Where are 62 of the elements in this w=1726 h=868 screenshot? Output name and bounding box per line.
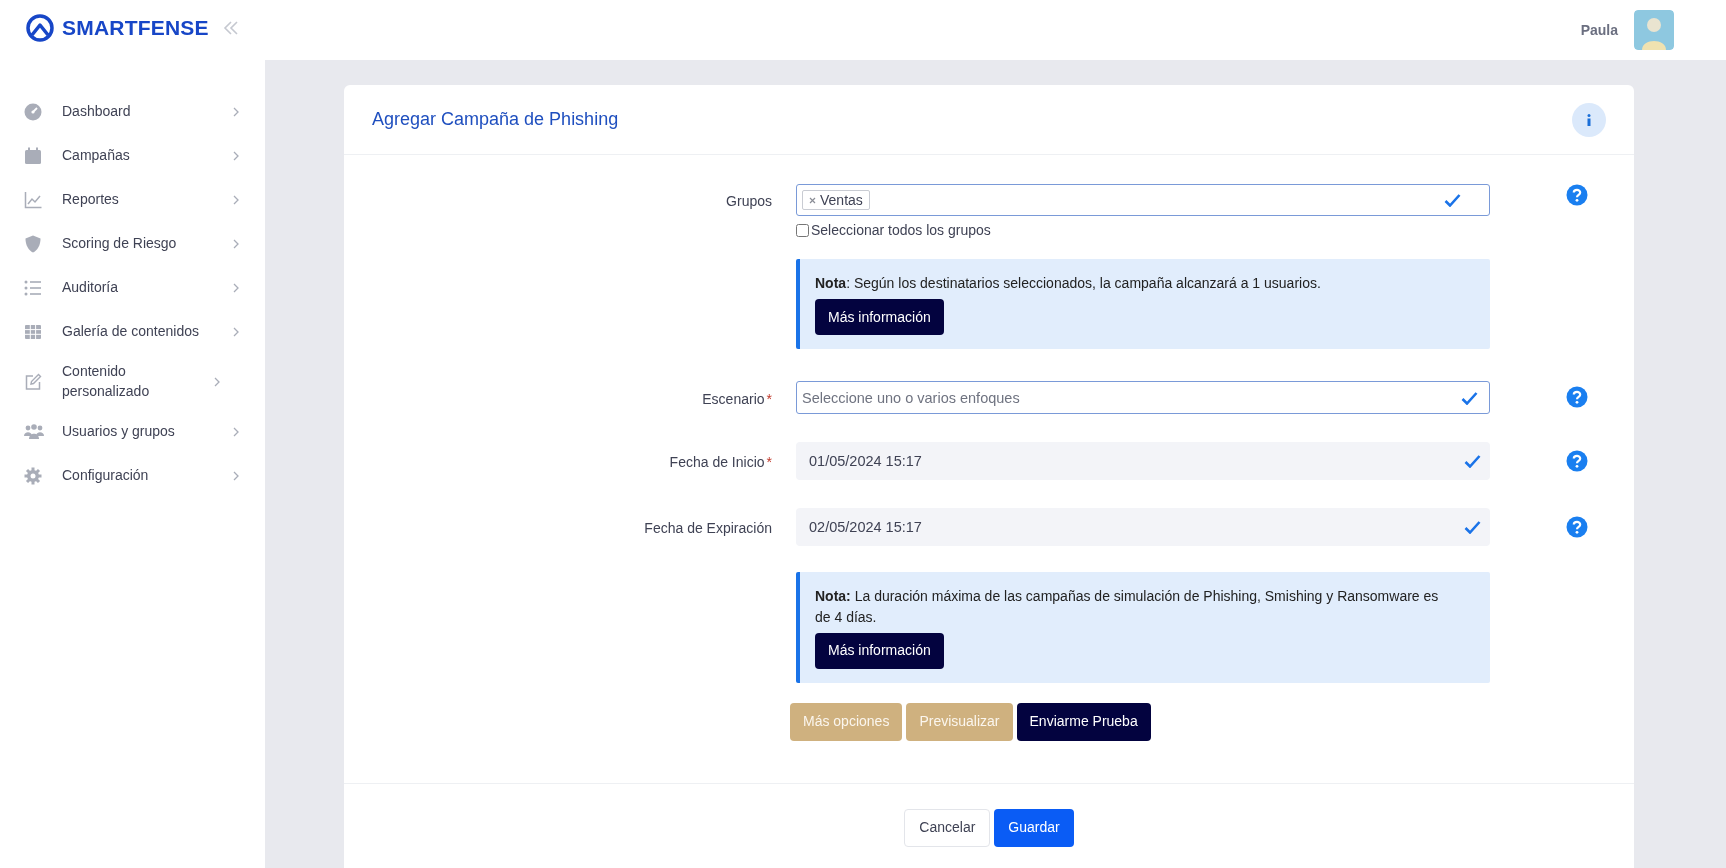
date-field[interactable]: 01/05/2024 15:17 <box>796 442 1490 481</box>
form-title: Agregar Campaña de Phishing <box>372 108 619 131</box>
more-info-button[interactable]: Más información <box>815 632 944 669</box>
check-icon <box>1444 193 1461 207</box>
chevron-right-icon <box>233 283 239 293</box>
calendar-icon <box>24 147 42 165</box>
date-field[interactable]: 02/05/2024 15:17 <box>796 508 1490 547</box>
field-label: Escenario <box>702 391 765 408</box>
info-button[interactable] <box>1572 102 1606 137</box>
sidebar-item[interactable]: Reportes <box>0 178 265 222</box>
shield-icon <box>24 235 42 253</box>
chevron-right-icon <box>233 151 239 161</box>
chevron-right-icon <box>233 427 239 437</box>
list-icon <box>24 279 42 297</box>
sidebar-item[interactable]: Scoring de Riesgo <box>0 222 265 266</box>
brand-name: SMARTFENSE <box>62 14 209 41</box>
help-icon[interactable] <box>1566 516 1588 539</box>
line-chart-icon <box>24 191 42 209</box>
select-field[interactable]: Seleccione uno o varios enfoques <box>796 381 1490 415</box>
grid-icon <box>24 323 42 341</box>
checkbox-label: Seleccionar todos los grupos <box>811 221 991 240</box>
field-label: Grupos <box>726 193 772 209</box>
checkbox[interactable] <box>796 224 809 237</box>
chevron-right-icon <box>233 239 239 249</box>
help-icon[interactable] <box>1566 184 1588 207</box>
sidebar-item[interactable]: Contenido personalizado <box>0 354 265 410</box>
field-label: Fecha de Expiración <box>644 520 772 537</box>
note-text: Nota: Según los destinatarios seleccionados, la campaña alcanzará a 1 usuarios. <box>815 274 1322 293</box>
chevron-right-icon <box>214 377 220 387</box>
send-test-button[interactable]: Enviarme Prueba <box>1016 702 1151 741</box>
field-label: Fecha de Inicio <box>669 454 765 471</box>
remove-icon[interactable] <box>809 196 816 204</box>
help-icon[interactable] <box>1566 386 1588 409</box>
required-mark: * <box>766 391 772 408</box>
settings-icon <box>24 467 42 485</box>
help-icon[interactable] <box>1566 450 1588 473</box>
gauge-icon <box>24 103 42 121</box>
sidebar-item[interactable]: Usuarios y grupos <box>0 410 265 454</box>
tag[interactable]: Ventas <box>802 190 870 210</box>
chevron-right-icon <box>233 327 239 337</box>
chevron-right-icon <box>233 107 239 117</box>
more-info-button[interactable]: Más información <box>815 299 944 336</box>
info-icon <box>1586 113 1592 126</box>
check-icon <box>1461 390 1478 405</box>
sidebar-item[interactable]: Configuración <box>0 454 265 498</box>
check-icon <box>1464 454 1481 469</box>
sidebar-item[interactable]: Dashboard <box>0 90 265 134</box>
users-icon <box>24 423 44 441</box>
cancel-button[interactable]: Cancelar <box>904 808 991 847</box>
chevron-right-icon <box>233 195 239 205</box>
chevron-right-icon <box>233 471 239 481</box>
required-mark: * <box>766 454 772 471</box>
edit-icon <box>24 373 42 391</box>
note-text: Nota: La duración máxima de las campañas de simulación de Phishing, Smishing y Ransomware es de 4 días. <box>815 587 1440 627</box>
save-button[interactable]: Guardar <box>994 808 1074 847</box>
sidebar-item[interactable]: Auditoría <box>0 266 265 310</box>
sidebar-item[interactable]: Galería de contenidos <box>0 310 265 354</box>
logo-icon <box>26 13 54 42</box>
check-icon <box>1464 520 1481 535</box>
tags-field[interactable]: Ventas <box>796 184 1490 216</box>
user-name: Paula <box>1580 20 1618 40</box>
sidebar-item[interactable]: Campañas <box>0 134 265 178</box>
